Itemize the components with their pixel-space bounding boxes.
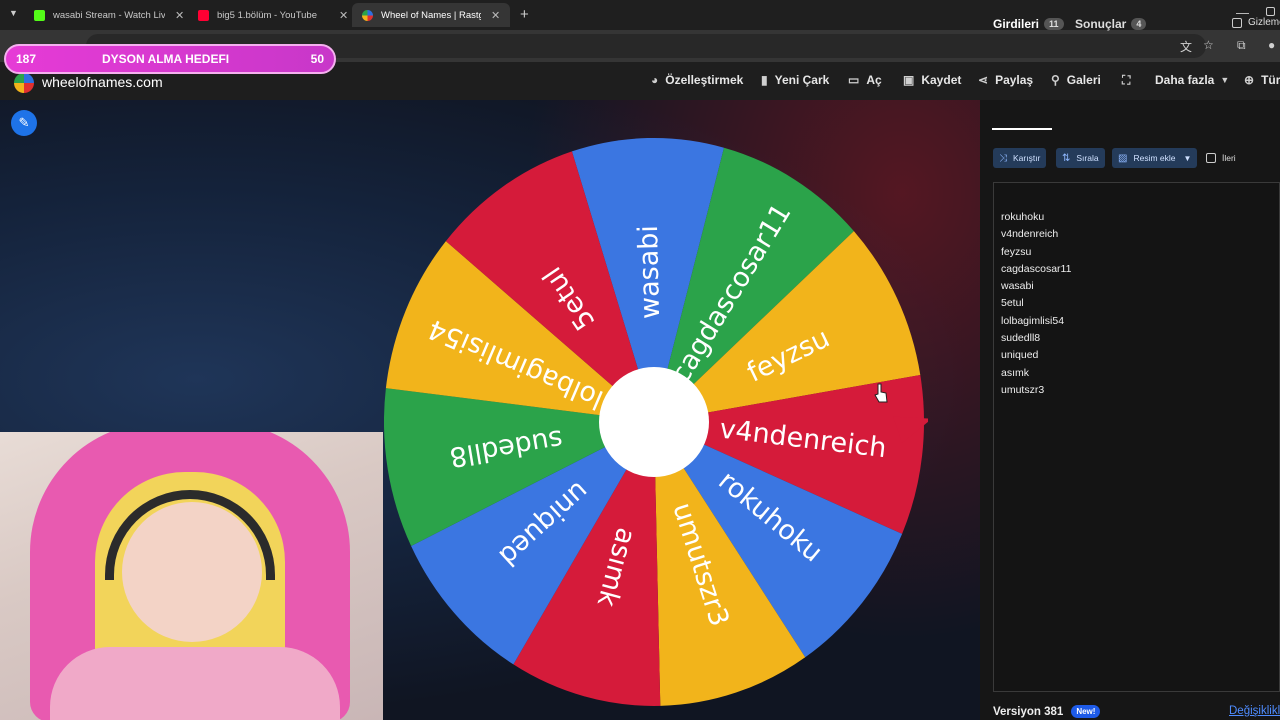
results-count-badge: 4	[1131, 18, 1147, 30]
tab-close-icon[interactable]: ✕	[339, 9, 348, 22]
entry-item: umutszr3	[1001, 383, 1045, 396]
nav-more[interactable]: Daha fazla ▼	[1155, 73, 1229, 87]
nav-label: Tür	[1261, 73, 1280, 87]
version-info: Versiyon 381 New!	[993, 705, 1101, 718]
nav-label: Özelleştirmek	[665, 73, 744, 87]
shuffle-button[interactable]: ⤨ Karıştır	[993, 148, 1047, 168]
stream-goal-overlay: 187 DYSON ALMA HEDEFI 50	[4, 44, 336, 74]
tab-close-icon[interactable]: ✕	[175, 9, 184, 22]
button-label: Resim ekle	[1133, 153, 1176, 163]
nav-customize[interactable]: ◕ Özelleştirmek	[651, 73, 743, 87]
spin-wheel[interactable]: wasabicagdascosar11feyzsuv4ndenreichroku…	[384, 136, 928, 706]
globe-icon: ⊕	[1244, 73, 1255, 87]
shuffle-icon: ⤨	[999, 152, 1007, 164]
browser-tab-wheel-of-names[interactable]: Wheel of Names | Rastgele ✕	[352, 3, 511, 27]
document-icon: ▮	[761, 73, 768, 87]
entry-item: asımk	[1001, 366, 1030, 379]
entry-item: lolbagimlisi54	[1001, 314, 1065, 327]
chevron-down-icon: ▼	[1183, 153, 1192, 163]
hide-toggle[interactable]: Gizleme	[1232, 17, 1280, 28]
entry-item: wasabi	[1001, 280, 1034, 293]
goal-target-value: 50	[310, 52, 324, 66]
entries-count-badge: 11	[1044, 18, 1064, 30]
button-label: Sırala	[1076, 153, 1099, 163]
nav-open[interactable]: ▭ Aç	[848, 73, 882, 87]
entries-textarea[interactable]: rokuhoku v4ndenreich feyzsu cagdascosar1…	[993, 182, 1280, 692]
version-label: Versiyon 381	[993, 705, 1064, 718]
nav-label: Aç	[866, 73, 882, 87]
translate-icon[interactable]: 文	[1180, 38, 1192, 55]
kick-favicon-icon	[34, 9, 45, 21]
extensions-icon[interactable]: ⧉	[1237, 38, 1246, 53]
add-image-button[interactable]: ▨ Resim ekle ▼	[1112, 148, 1198, 168]
entry-item: 5etul	[1001, 297, 1024, 310]
webcam-overlay	[0, 432, 383, 720]
entry-item: rokuhoku	[1001, 211, 1045, 223]
entry-item: sudedll8	[1001, 332, 1041, 345]
nav-label: Daha fazla	[1155, 73, 1215, 87]
entries-list: rokuhoku v4ndenreich feyzsu cagdascosar1…	[1001, 209, 1071, 399]
nav-label: Paylaş	[995, 73, 1034, 87]
new-tab-button[interactable]: +	[520, 6, 529, 23]
wheel-logo-icon[interactable]	[14, 73, 34, 93]
nav-label: Yeni Çark	[774, 73, 830, 87]
streamer-shirt	[50, 647, 340, 720]
nav-fullscreen[interactable]: ⛶	[1122, 73, 1137, 88]
changelog-link[interactable]: Değişiklikler	[1229, 705, 1280, 717]
nav-label: Galeri	[1066, 73, 1101, 87]
chevron-down-icon: ▼	[1220, 75, 1230, 85]
tab-label: Girdileri	[993, 17, 1040, 31]
button-label: Karıştır	[1013, 153, 1041, 163]
sort-icon: ⇅	[1062, 152, 1071, 164]
tab-label: Sonuçlar	[1075, 17, 1127, 31]
entry-item: feyzsu	[1001, 245, 1032, 258]
goal-current-value: 187	[16, 52, 37, 66]
goal-label: DYSON ALMA HEDEFI	[102, 52, 230, 66]
image-icon: ▨	[1118, 152, 1128, 164]
tab-title: Wheel of Names | Rastgele	[381, 9, 481, 21]
active-tab-underline	[992, 128, 1052, 130]
site-name[interactable]: wheelofnames.com	[42, 74, 163, 90]
browser-tab-kick[interactable]: wasabi Stream - Watch Live on ✕	[24, 3, 194, 27]
bookmark-star-icon[interactable]: ☆	[1203, 38, 1214, 52]
tab-results[interactable]: Sonuçlar 4	[1075, 17, 1147, 31]
tab-entries[interactable]: Girdileri 11	[993, 17, 1064, 31]
nav-label: Kaydet	[921, 73, 962, 87]
entry-item: v4ndenreich	[1001, 228, 1059, 241]
save-icon: ▣	[903, 73, 915, 87]
fullscreen-icon: ⛶	[1122, 73, 1131, 87]
nav-share[interactable]: ⋖ Paylaş	[978, 73, 1033, 87]
edit-pencil-button[interactable]: ✎	[11, 110, 37, 136]
nav-language[interactable]: ⊕ Tür	[1244, 73, 1280, 87]
tab-title: wasabi Stream - Watch Live on	[53, 9, 165, 21]
sort-button[interactable]: ⇅ Sırala	[1056, 148, 1105, 168]
browser-tab-youtube[interactable]: big5 1.bölüm - YouTube ✕	[188, 3, 358, 27]
palette-icon: ◕	[651, 73, 659, 87]
nav-save[interactable]: ▣ Kaydet	[903, 73, 961, 87]
wheel-favicon-icon	[362, 9, 373, 21]
tab-close-icon[interactable]: ✕	[491, 9, 500, 22]
hide-checkbox[interactable]	[1232, 17, 1242, 28]
nav-new-wheel[interactable]: ▮ Yeni Çark	[761, 73, 829, 87]
search-icon: ⚲	[1051, 73, 1060, 87]
share-icon: ⋖	[978, 73, 989, 87]
tab-list-chevron-icon[interactable]: ▼	[9, 8, 18, 18]
wheel-center[interactable]	[599, 367, 709, 477]
advanced-checkbox[interactable]	[1206, 153, 1216, 163]
hide-label: Gizleme	[1248, 17, 1280, 28]
advanced-toggle[interactable]: İleri	[1200, 148, 1242, 168]
new-badge: New!	[1071, 705, 1101, 718]
folder-icon: ▭	[848, 73, 860, 87]
nav-gallery[interactable]: ⚲ Galeri	[1051, 73, 1101, 87]
entry-item: cagdascosar11	[1001, 262, 1072, 275]
youtube-favicon-icon	[198, 9, 209, 21]
profile-icon[interactable]: ●	[1268, 38, 1275, 52]
tab-title: big5 1.bölüm - YouTube	[217, 9, 318, 21]
maximize-window-icon[interactable]	[1266, 7, 1275, 16]
wheel-label-wasabi: wasabi	[633, 225, 666, 320]
entry-item: uniqued	[1001, 349, 1039, 362]
advanced-label: İleri	[1222, 153, 1236, 163]
